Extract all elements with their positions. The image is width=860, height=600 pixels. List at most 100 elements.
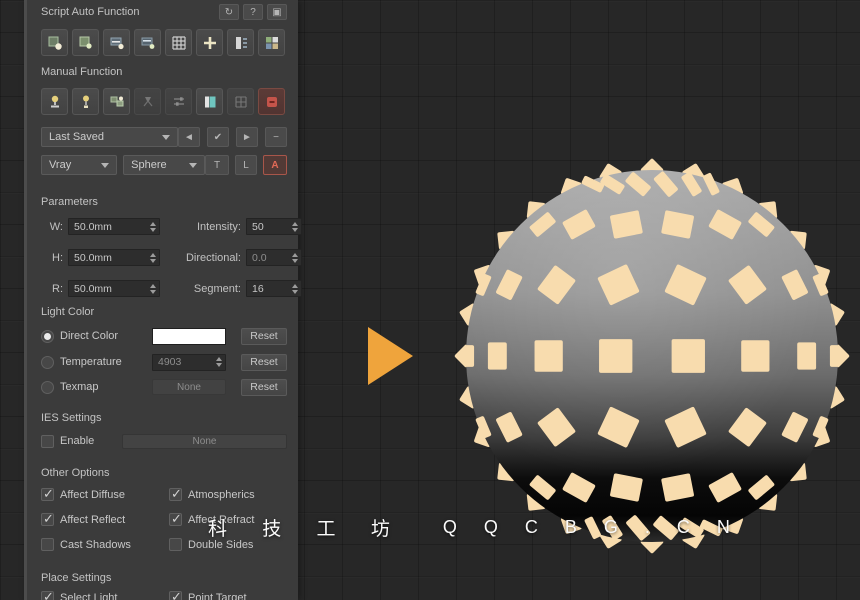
other-options-header: Other Options [41,467,287,479]
section-title-place-settings: Place Settings [41,572,111,584]
double-sides-checkbox[interactable] [169,538,182,551]
param-r-field[interactable]: 50.0mm [68,280,160,297]
atmospherics-checkbox[interactable] [169,488,182,501]
lock-toggle-button[interactable]: L [235,155,257,175]
texmap-label: Texmap [60,381,152,393]
dock-button[interactable]: ▣ [267,4,287,20]
section-title-manual: Manual Function [41,66,122,78]
direct-color-radio[interactable] [41,330,54,343]
parameters-header: Parameters [41,196,287,208]
preset-apply-button[interactable]: ✔ [207,127,229,147]
refresh-button[interactable]: ↻ [219,4,239,20]
preset-row: Last Saved ◄ ✔ ► − [41,127,287,147]
param-directional-field[interactable]: 0.0 [246,249,302,266]
preset-select[interactable]: Last Saved [41,127,178,147]
renderer-row: Vray Sphere T L A [41,155,287,175]
strip-light-alt-icon[interactable] [134,29,161,56]
color-swatch[interactable] [152,328,226,345]
param-h-field[interactable]: 50.0mm [68,249,160,266]
temperature-row: Temperature 4903 Reset [41,352,287,372]
place-settings-header: Place Settings [41,572,287,584]
preset-next-button[interactable]: ► [236,127,258,147]
manual-function-header: Manual Function [41,66,287,78]
ies-light-icon[interactable] [196,88,223,115]
auto-function-toolbar [41,29,287,56]
param-segment-label: Segment: [165,283,241,295]
panel-light-icon[interactable] [227,29,254,56]
section-title-script-auto: Script Auto Function [41,6,139,18]
parameters-grid: W: 50.0mm Intensity: 50 H: 50.0mm Direct… [41,218,287,297]
free-light-icon[interactable] [41,88,68,115]
preset-select-value: Last Saved [49,131,104,143]
param-r-label: R: [41,283,63,295]
direct-color-reset-button[interactable]: Reset [241,328,287,345]
ies-enable-checkbox[interactable] [41,435,54,448]
ies-file-button[interactable]: None [122,434,287,449]
strip-light-icon[interactable] [103,29,130,56]
light-tool-panel: Script Auto Function ↻ ? ▣ [24,0,298,600]
slider-light-icon[interactable] [165,88,192,115]
ies-header: IES Settings [41,412,287,424]
plane-light-alt-icon[interactable] [72,29,99,56]
preset-prev-button[interactable]: ◄ [178,127,200,147]
param-intensity-field[interactable]: 50 [246,218,302,235]
play-icon[interactable] [368,327,413,385]
texmap-row: Texmap None Reset [41,377,287,397]
spinner-icon [212,357,222,367]
help-button[interactable]: ? [243,4,263,20]
target-light-icon[interactable] [72,88,99,115]
grid-light-icon[interactable] [227,88,254,115]
param-segment-field[interactable]: 16 [246,280,302,297]
affect-refract-checkbox[interactable] [169,513,182,526]
section-title-light-color: Light Color [41,306,94,318]
light-color-header: Light Color [41,306,287,318]
grid-array-icon[interactable] [165,29,192,56]
spinner-icon [146,222,156,232]
param-w-label: W: [41,221,63,233]
target-toggle-button[interactable]: T [205,155,229,175]
section-title-parameters: Parameters [41,196,98,208]
temperature-label: Temperature [60,356,152,368]
spinner-icon [146,284,156,294]
shape-select[interactable]: Sphere [123,155,205,175]
temperature-field[interactable]: 4903 [152,354,226,371]
section-title-other-options: Other Options [41,467,109,479]
script-auto-header: Script Auto Function ↻ ? ▣ [41,4,287,20]
add-light-icon[interactable] [196,29,223,56]
temperature-reset-button[interactable]: Reset [241,354,287,371]
section-title-ies: IES Settings [41,412,102,424]
param-directional-label: Directional: [165,252,241,264]
affect-diffuse-checkbox[interactable] [41,488,54,501]
point-target-checkbox[interactable] [169,591,182,600]
direct-color-row: Direct Color Reset [41,326,287,346]
dual-light-icon[interactable] [103,88,130,115]
other-options-grid: Affect Diffuse Atmospherics Affect Refle… [41,488,287,551]
cast-shadows-checkbox[interactable] [41,538,54,551]
spinner-icon [288,222,298,232]
direct-color-label: Direct Color [60,330,152,342]
renderer-select[interactable]: Vray [41,155,117,175]
texmap-none-button[interactable]: None [152,379,226,395]
param-h-label: H: [41,252,63,264]
texmap-reset-button[interactable]: Reset [241,379,287,396]
sphere-render-preview [442,146,860,566]
auto-toggle-button[interactable]: A [263,155,287,175]
app-root: Script Auto Function ↻ ? ▣ [0,0,860,600]
delete-light-icon[interactable] [258,88,285,115]
temperature-radio[interactable] [41,356,54,369]
plane-light-icon[interactable] [41,29,68,56]
spot-light-icon[interactable] [134,88,161,115]
sphere-highlight [466,170,838,542]
param-w-field[interactable]: 50.0mm [68,218,160,235]
texmap-radio[interactable] [41,381,54,394]
manual-function-toolbar [41,88,287,115]
param-intensity-label: Intensity: [165,221,241,233]
image-light-icon[interactable] [258,29,285,56]
preset-remove-button[interactable]: − [265,127,287,147]
spinner-icon [288,284,298,294]
select-light-checkbox[interactable] [41,591,54,600]
affect-reflect-checkbox[interactable] [41,513,54,526]
spinner-icon [146,253,156,263]
ies-enable-row: Enable None [41,432,287,450]
spinner-icon [288,253,298,263]
